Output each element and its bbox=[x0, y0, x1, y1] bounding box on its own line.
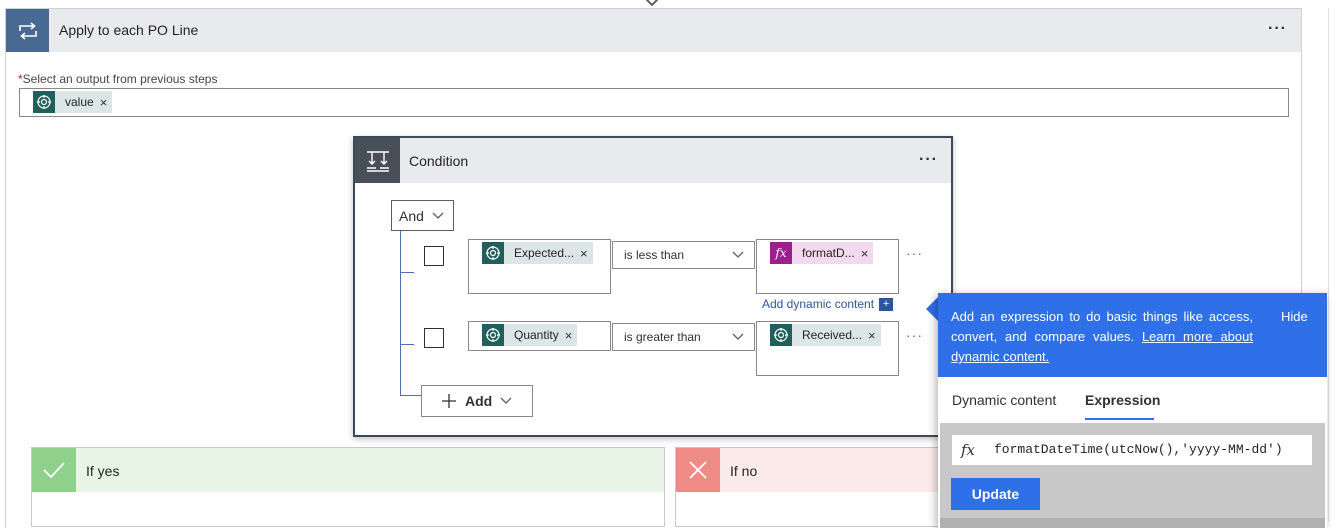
condition-title: Condition bbox=[409, 153, 469, 169]
active-tab-indicator bbox=[1085, 418, 1154, 420]
expression-input[interactable]: fx formatDateTime(utcNow(),'yyyy-MM-dd') bbox=[951, 434, 1313, 466]
remove-token-button[interactable]: × bbox=[565, 328, 578, 343]
expression-panel-footer bbox=[940, 518, 1325, 528]
operator-label: is greater than bbox=[624, 330, 701, 344]
apply-to-each-header[interactable]: Apply to each PO Line ··· bbox=[6, 9, 1301, 52]
if-no-header[interactable]: If no bbox=[676, 448, 954, 492]
operator-dropdown[interactable]: is greater than bbox=[612, 323, 755, 351]
chevron-down-icon bbox=[432, 212, 444, 219]
if-yes-title: If yes bbox=[86, 463, 120, 479]
condition-left-operand[interactable]: Quantity × bbox=[468, 321, 611, 351]
dynamic-content-popup: Add an expression to do basic things lik… bbox=[938, 293, 1327, 528]
apply-more-options-button[interactable]: ··· bbox=[1268, 20, 1287, 38]
operator-label: is less than bbox=[624, 248, 685, 262]
group-operator-label: And bbox=[399, 207, 424, 224]
condition-icon bbox=[355, 138, 400, 183]
quantity-token[interactable]: Quantity × bbox=[482, 324, 578, 346]
row-select-checkbox[interactable] bbox=[424, 328, 444, 348]
row-select-checkbox[interactable] bbox=[424, 246, 444, 266]
add-dynamic-content-label: Add dynamic content bbox=[762, 297, 875, 311]
popup-description: Add an expression to do basic things lik… bbox=[951, 307, 1253, 367]
value-token[interactable]: value × bbox=[33, 91, 113, 113]
if-yes-header[interactable]: If yes bbox=[32, 448, 664, 492]
tab-expression[interactable]: Expression bbox=[1085, 392, 1160, 408]
remove-token-button[interactable]: × bbox=[100, 95, 113, 110]
condition-right-operand[interactable]: fx formatD... × bbox=[756, 239, 899, 294]
expected-token[interactable]: Expected... × bbox=[482, 242, 593, 264]
apply-to-each-title: Apply to each PO Line bbox=[59, 22, 199, 38]
plus-icon bbox=[442, 394, 456, 408]
add-dynamic-content-link[interactable]: Add dynamic content + bbox=[762, 297, 894, 311]
select-output-label-text: Select an output from previous steps bbox=[22, 72, 218, 86]
chevron-down-icon bbox=[500, 397, 512, 404]
select-output-input[interactable]: value × bbox=[19, 88, 1289, 117]
condition-header[interactable]: Condition ··· bbox=[355, 138, 951, 183]
expression-text: formatDateTime(utcNow(),'yyyy-MM-dd') bbox=[994, 442, 1283, 457]
chevron-down-icon bbox=[732, 251, 744, 258]
row-more-options-button[interactable]: ··· bbox=[906, 327, 923, 343]
popup-pointer bbox=[926, 297, 938, 321]
hide-button[interactable]: Hide bbox=[1281, 309, 1308, 324]
received-token[interactable]: Received... × bbox=[770, 324, 881, 346]
remove-token-button[interactable]: × bbox=[861, 246, 874, 261]
if-yes-branch: If yes bbox=[31, 447, 665, 527]
format-date-token-label: formatD... bbox=[802, 246, 855, 260]
condition-card: Condition ··· And Expected... × is less … bbox=[353, 136, 953, 437]
format-date-token[interactable]: fx formatD... × bbox=[770, 242, 874, 264]
tab-dynamic-content[interactable]: Dynamic content bbox=[952, 392, 1056, 408]
received-token-label: Received... bbox=[802, 328, 863, 342]
connector-arrow-icon bbox=[644, 0, 660, 7]
quantity-token-label: Quantity bbox=[514, 328, 559, 342]
expected-token-label: Expected... bbox=[514, 246, 575, 260]
function-icon: fx bbox=[770, 242, 792, 264]
tree-branch-line bbox=[400, 272, 414, 273]
dataverse-icon bbox=[482, 242, 504, 264]
popup-header: Add an expression to do basic things lik… bbox=[938, 293, 1327, 377]
if-no-branch: If no bbox=[675, 447, 955, 527]
if-no-title: If no bbox=[730, 463, 758, 479]
scrollbar-track[interactable] bbox=[1328, 8, 1329, 522]
condition-left-operand[interactable]: Expected... × bbox=[468, 239, 611, 294]
dataverse-icon bbox=[482, 324, 504, 346]
tree-branch-line bbox=[400, 344, 414, 345]
tree-line bbox=[400, 231, 401, 396]
select-output-label: *Select an output from previous steps bbox=[18, 72, 217, 86]
condition-more-options-button[interactable]: ··· bbox=[919, 151, 938, 169]
tree-branch-line bbox=[400, 395, 421, 396]
group-operator-dropdown[interactable]: And bbox=[391, 200, 454, 231]
checkmark-icon bbox=[32, 448, 76, 492]
loop-icon bbox=[6, 9, 49, 52]
operator-dropdown[interactable]: is less than bbox=[612, 241, 755, 269]
dataverse-icon bbox=[770, 324, 792, 346]
remove-token-button[interactable]: × bbox=[868, 328, 881, 343]
value-token-label: value bbox=[65, 95, 94, 109]
update-button[interactable]: Update bbox=[951, 478, 1040, 510]
remove-token-button[interactable]: × bbox=[580, 246, 593, 261]
condition-right-operand[interactable]: Received... × bbox=[756, 321, 899, 376]
chevron-down-icon bbox=[732, 333, 744, 340]
plus-icon: + bbox=[879, 297, 894, 311]
dataverse-icon bbox=[33, 91, 55, 113]
add-condition-button[interactable]: Add bbox=[421, 385, 533, 417]
cross-icon bbox=[676, 448, 720, 492]
function-icon: fx bbox=[961, 441, 976, 459]
add-condition-label: Add bbox=[465, 393, 493, 409]
row-more-options-button[interactable]: ··· bbox=[906, 245, 923, 261]
